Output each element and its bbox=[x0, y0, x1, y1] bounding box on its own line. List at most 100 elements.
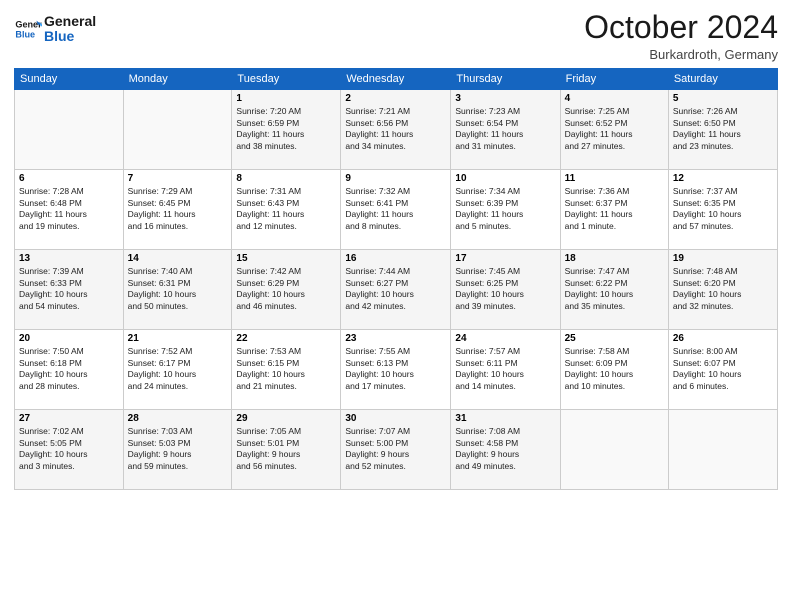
day-info: Sunrise: 7:57 AMSunset: 6:11 PMDaylight:… bbox=[455, 346, 555, 392]
day-number: 2 bbox=[345, 93, 446, 104]
day-info: Sunrise: 7:08 AMSunset: 4:58 PMDaylight:… bbox=[455, 426, 555, 472]
day-info: Sunrise: 7:03 AMSunset: 5:03 PMDaylight:… bbox=[128, 426, 228, 472]
calendar-cell: 12 Sunrise: 7:37 AMSunset: 6:35 PMDayligh… bbox=[668, 170, 777, 250]
calendar-cell bbox=[668, 410, 777, 490]
day-info: Sunrise: 7:45 AMSunset: 6:25 PMDaylight:… bbox=[455, 266, 555, 312]
calendar-cell: 30 Sunrise: 7:07 AMSunset: 5:00 PMDayligh… bbox=[341, 410, 451, 490]
calendar-cell: 29 Sunrise: 7:05 AMSunset: 5:01 PMDayligh… bbox=[232, 410, 341, 490]
calendar-week-3: 13Sunrise: 7:39 AMSunset: 6:33 PMDayligh… bbox=[15, 250, 778, 330]
calendar-cell: 28 Sunrise: 7:03 AMSunset: 5:03 PMDayligh… bbox=[123, 410, 232, 490]
calendar-table: Sunday Monday Tuesday Wednesday Thursday… bbox=[14, 68, 778, 490]
day-number: 27 bbox=[19, 413, 119, 424]
calendar-cell: 11 Sunrise: 7:36 AMSunset: 6:37 PMDayligh… bbox=[560, 170, 668, 250]
calendar-cell: 24 Sunrise: 7:57 AMSunset: 6:11 PMDayligh… bbox=[451, 330, 560, 410]
day-number: 23 bbox=[345, 333, 446, 344]
calendar-week-1: 1 Sunrise: 7:20 AMSunset: 6:59 PMDaylight… bbox=[15, 90, 778, 170]
location: Burkardroth, Germany bbox=[584, 47, 778, 62]
svg-text:Blue: Blue bbox=[15, 30, 35, 40]
col-friday: Friday bbox=[560, 69, 668, 90]
day-info: Sunrise: 8:00 AMSunset: 6:07 PMDaylight:… bbox=[673, 346, 773, 392]
calendar-cell: 5 Sunrise: 7:26 AMSunset: 6:50 PMDaylight… bbox=[668, 90, 777, 170]
col-thursday: Thursday bbox=[451, 69, 560, 90]
day-info: Sunrise: 7:25 AMSunset: 6:52 PMDaylight:… bbox=[565, 106, 664, 152]
calendar-cell: 3Sunrise: 7:23 AMSunset: 6:54 PMDaylight… bbox=[451, 90, 560, 170]
day-number: 8 bbox=[236, 173, 336, 184]
day-number: 15 bbox=[236, 253, 336, 264]
calendar-week-5: 27 Sunrise: 7:02 AMSunset: 5:05 PMDayligh… bbox=[15, 410, 778, 490]
day-info: Sunrise: 7:23 AMSunset: 6:54 PMDaylight:… bbox=[455, 106, 555, 152]
calendar-cell: 2 Sunrise: 7:21 AMSunset: 6:56 PMDaylight… bbox=[341, 90, 451, 170]
calendar-cell: 31 Sunrise: 7:08 AMSunset: 4:58 PMDayligh… bbox=[451, 410, 560, 490]
title-block: October 2024 Burkardroth, Germany bbox=[584, 10, 778, 62]
header: General Blue General Blue October 2024 B… bbox=[14, 10, 778, 62]
day-number: 14 bbox=[128, 253, 228, 264]
day-number: 31 bbox=[455, 413, 555, 424]
day-info: Sunrise: 7:29 AMSunset: 6:45 PMDaylight:… bbox=[128, 186, 228, 232]
day-number: 12 bbox=[673, 173, 773, 184]
calendar-header-row: Sunday Monday Tuesday Wednesday Thursday… bbox=[15, 69, 778, 90]
day-info: Sunrise: 7:05 AMSunset: 5:01 PMDaylight:… bbox=[236, 426, 336, 472]
day-number: 25 bbox=[565, 333, 664, 344]
calendar-cell: 20Sunrise: 7:50 AMSunset: 6:18 PMDayligh… bbox=[15, 330, 124, 410]
logo-general: General bbox=[44, 14, 96, 29]
day-number: 16 bbox=[345, 253, 446, 264]
calendar-cell: 9 Sunrise: 7:32 AMSunset: 6:41 PMDaylight… bbox=[341, 170, 451, 250]
day-number: 21 bbox=[128, 333, 228, 344]
calendar-week-4: 20Sunrise: 7:50 AMSunset: 6:18 PMDayligh… bbox=[15, 330, 778, 410]
day-info: Sunrise: 7:48 AMSunset: 6:20 PMDaylight:… bbox=[673, 266, 773, 312]
calendar-cell: 7Sunrise: 7:29 AMSunset: 6:45 PMDaylight… bbox=[123, 170, 232, 250]
calendar-cell bbox=[15, 90, 124, 170]
day-number: 24 bbox=[455, 333, 555, 344]
day-info: Sunrise: 7:20 AMSunset: 6:59 PMDaylight:… bbox=[236, 106, 336, 152]
day-info: Sunrise: 7:31 AMSunset: 6:43 PMDaylight:… bbox=[236, 186, 336, 232]
day-number: 28 bbox=[128, 413, 228, 424]
day-info: Sunrise: 7:34 AMSunset: 6:39 PMDaylight:… bbox=[455, 186, 555, 232]
calendar-cell: 22Sunrise: 7:53 AMSunset: 6:15 PMDayligh… bbox=[232, 330, 341, 410]
day-number: 30 bbox=[345, 413, 446, 424]
day-info: Sunrise: 7:44 AMSunset: 6:27 PMDaylight:… bbox=[345, 266, 446, 312]
day-info: Sunrise: 7:36 AMSunset: 6:37 PMDaylight:… bbox=[565, 186, 664, 232]
day-number: 13 bbox=[19, 253, 119, 264]
calendar-week-2: 6Sunrise: 7:28 AMSunset: 6:48 PMDaylight… bbox=[15, 170, 778, 250]
day-number: 17 bbox=[455, 253, 555, 264]
day-number: 5 bbox=[673, 93, 773, 104]
calendar-cell: 25 Sunrise: 7:58 AMSunset: 6:09 PMDayligh… bbox=[560, 330, 668, 410]
calendar-cell: 23Sunrise: 7:55 AMSunset: 6:13 PMDayligh… bbox=[341, 330, 451, 410]
day-info: Sunrise: 7:52 AMSunset: 6:17 PMDaylight:… bbox=[128, 346, 228, 392]
day-number: 1 bbox=[236, 93, 336, 104]
month-title: October 2024 bbox=[584, 10, 778, 45]
calendar-cell: 21 Sunrise: 7:52 AMSunset: 6:17 PMDayligh… bbox=[123, 330, 232, 410]
day-number: 10 bbox=[455, 173, 555, 184]
calendar-cell: 13Sunrise: 7:39 AMSunset: 6:33 PMDayligh… bbox=[15, 250, 124, 330]
day-info: Sunrise: 7:02 AMSunset: 5:05 PMDaylight:… bbox=[19, 426, 119, 472]
calendar-cell bbox=[123, 90, 232, 170]
col-tuesday: Tuesday bbox=[232, 69, 341, 90]
day-info: Sunrise: 7:42 AMSunset: 6:29 PMDaylight:… bbox=[236, 266, 336, 312]
day-number: 4 bbox=[565, 93, 664, 104]
day-info: Sunrise: 7:21 AMSunset: 6:56 PMDaylight:… bbox=[345, 106, 446, 152]
calendar-cell: 18 Sunrise: 7:47 AMSunset: 6:22 PMDayligh… bbox=[560, 250, 668, 330]
calendar-cell: 17 Sunrise: 7:45 AMSunset: 6:25 PMDayligh… bbox=[451, 250, 560, 330]
day-info: Sunrise: 7:26 AMSunset: 6:50 PMDaylight:… bbox=[673, 106, 773, 152]
day-number: 19 bbox=[673, 253, 773, 264]
day-info: Sunrise: 7:32 AMSunset: 6:41 PMDaylight:… bbox=[345, 186, 446, 232]
day-number: 18 bbox=[565, 253, 664, 264]
day-info: Sunrise: 7:40 AMSunset: 6:31 PMDaylight:… bbox=[128, 266, 228, 312]
day-number: 6 bbox=[19, 173, 119, 184]
day-number: 9 bbox=[345, 173, 446, 184]
day-info: Sunrise: 7:47 AMSunset: 6:22 PMDaylight:… bbox=[565, 266, 664, 312]
day-info: Sunrise: 7:07 AMSunset: 5:00 PMDaylight:… bbox=[345, 426, 446, 472]
calendar-cell: 16 Sunrise: 7:44 AMSunset: 6:27 PMDayligh… bbox=[341, 250, 451, 330]
day-info: Sunrise: 7:37 AMSunset: 6:35 PMDaylight:… bbox=[673, 186, 773, 232]
calendar-cell: 27 Sunrise: 7:02 AMSunset: 5:05 PMDayligh… bbox=[15, 410, 124, 490]
page: General Blue General Blue October 2024 B… bbox=[0, 0, 792, 612]
col-sunday: Sunday bbox=[15, 69, 124, 90]
calendar-cell: 10 Sunrise: 7:34 AMSunset: 6:39 PMDayligh… bbox=[451, 170, 560, 250]
day-number: 29 bbox=[236, 413, 336, 424]
logo-icon: General Blue bbox=[14, 15, 42, 43]
calendar-cell: 6Sunrise: 7:28 AMSunset: 6:48 PMDaylight… bbox=[15, 170, 124, 250]
day-info: Sunrise: 7:58 AMSunset: 6:09 PMDaylight:… bbox=[565, 346, 664, 392]
col-saturday: Saturday bbox=[668, 69, 777, 90]
calendar-cell: 1 Sunrise: 7:20 AMSunset: 6:59 PMDaylight… bbox=[232, 90, 341, 170]
day-number: 11 bbox=[565, 173, 664, 184]
